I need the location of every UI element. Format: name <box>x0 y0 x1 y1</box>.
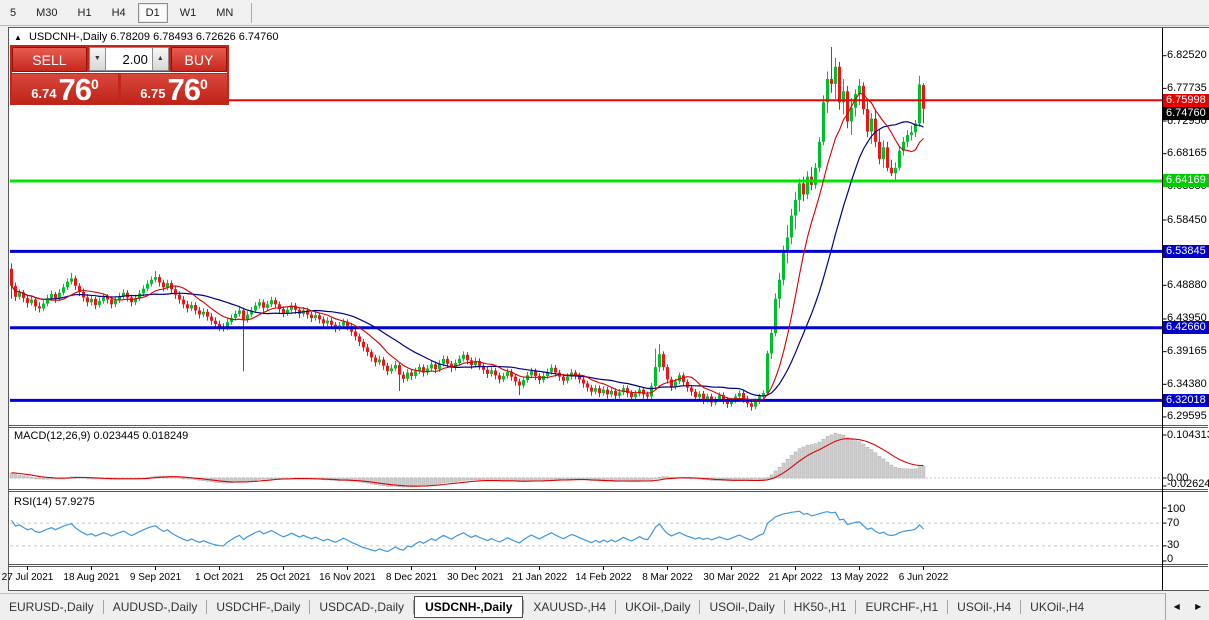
collapse-triangle-icon[interactable]: ▲ <box>14 33 22 42</box>
chart-ohlc-values: 6.78209 6.78493 6.72626 6.74760 <box>110 31 279 43</box>
price-tick-label: 6.29595 <box>1167 410 1207 423</box>
buy-price-big: 76 <box>167 72 201 107</box>
macd-tick-label: 0.104313 <box>1167 428 1209 441</box>
date-label: 9 Sep 2021 <box>129 572 182 583</box>
sell-price-sup: 0 <box>91 76 99 92</box>
date-label: 14 Feb 2022 <box>575 572 632 583</box>
volume-down-icon[interactable]: ▼ <box>88 47 106 71</box>
sell-price-big: 76 <box>58 72 92 107</box>
date-label: 8 Dec 2021 <box>385 572 438 583</box>
date-label: 21 Jan 2022 <box>511 572 568 583</box>
date-label: 6 Jun 2022 <box>898 572 949 583</box>
price-level-badge: 6.32018 <box>1163 393 1209 407</box>
buy-price-sup: 0 <box>200 76 208 92</box>
price-level-badge: 6.75998 <box>1163 93 1209 107</box>
date-label: 18 Aug 2021 <box>63 572 120 583</box>
price-level-badge: 6.42660 <box>1163 321 1209 335</box>
tab-scroll-arrows: ◀ ▶ <box>1165 593 1209 620</box>
date-label: 1 Oct 2021 <box>195 572 244 583</box>
price-tick-label: 6.68165 <box>1167 147 1207 160</box>
volume-input[interactable] <box>105 47 152 71</box>
macd-indicator-label: MACD(12,26,9) 0.023445 0.018249 <box>14 430 188 442</box>
date-label: 21 Apr 2022 <box>768 572 823 583</box>
price-tick-label: 6.82520 <box>1167 49 1207 62</box>
rsi-tick-label: 100 <box>1167 502 1186 515</box>
volume-stepper: ▼ ▲ <box>88 47 169 71</box>
rsi-value: 57.9275 <box>54 496 95 508</box>
macd-tick-label: -0.026249 <box>1167 477 1209 490</box>
price-level-badge: 6.64169 <box>1163 174 1209 188</box>
date-label: 30 Mar 2022 <box>703 572 760 583</box>
date-label: 8 Mar 2022 <box>642 572 693 583</box>
sell-button[interactable]: SELL <box>12 47 87 72</box>
chart-symbol-period: USDCNH-,Daily <box>28 31 108 43</box>
one-click-trade-widget: SELL ▼ ▲ BUY 6.74 76 0 6.75 76 0 <box>10 45 229 105</box>
price-tick-label: 6.48880 <box>1167 278 1207 291</box>
chart-title: ▲ USDCNH-,Daily 6.78209 6.78493 6.72626 … <box>14 31 279 43</box>
buy-price-small: 6.75 <box>140 86 166 101</box>
current-price-badge: 6.74760 <box>1163 106 1209 120</box>
date-label: 25 Oct 2021 <box>256 572 311 583</box>
macd-values: 0.023445 0.018249 <box>93 430 189 442</box>
rsi-tick-label: 30 <box>1167 539 1180 552</box>
date-label: 27 Jul 2021 <box>1 572 54 583</box>
price-tick-label: 6.39165 <box>1167 345 1207 358</box>
price-tick-label: 6.58450 <box>1167 213 1207 226</box>
tab-scroll-left-icon[interactable]: ◀ <box>1170 600 1184 613</box>
date-label: 13 May 2022 <box>830 572 889 583</box>
trading-platform-window: 5 M30 H1 H4 D1 W1 MN ▲ USDCNH-,Daily 6.78209 6… <box>0 0 1209 620</box>
macd-name: MACD(12,26,9) <box>14 430 91 442</box>
rsi-indicator-label: RSI(14) 57.9275 <box>14 496 95 508</box>
sell-price-small: 6.74 <box>31 86 57 101</box>
rsi-tick-label: 70 <box>1167 516 1180 529</box>
tab-scroll-right-icon[interactable]: ▶ <box>1191 600 1205 613</box>
sell-price-quote[interactable]: 6.74 76 0 <box>12 72 118 107</box>
date-label: 16 Nov 2021 <box>319 572 376 583</box>
price-level-badge: 6.53845 <box>1163 244 1209 258</box>
date-label: 30 Dec 2021 <box>447 572 504 583</box>
rsi-name: RSI(14) <box>14 496 52 508</box>
price-tick-label: 6.34380 <box>1167 377 1207 390</box>
buy-price-quote[interactable]: 6.75 76 0 <box>121 72 227 107</box>
rsi-tick-label: 0 <box>1167 552 1174 565</box>
volume-up-icon[interactable]: ▲ <box>151 47 169 71</box>
buy-button[interactable]: BUY <box>170 47 227 72</box>
